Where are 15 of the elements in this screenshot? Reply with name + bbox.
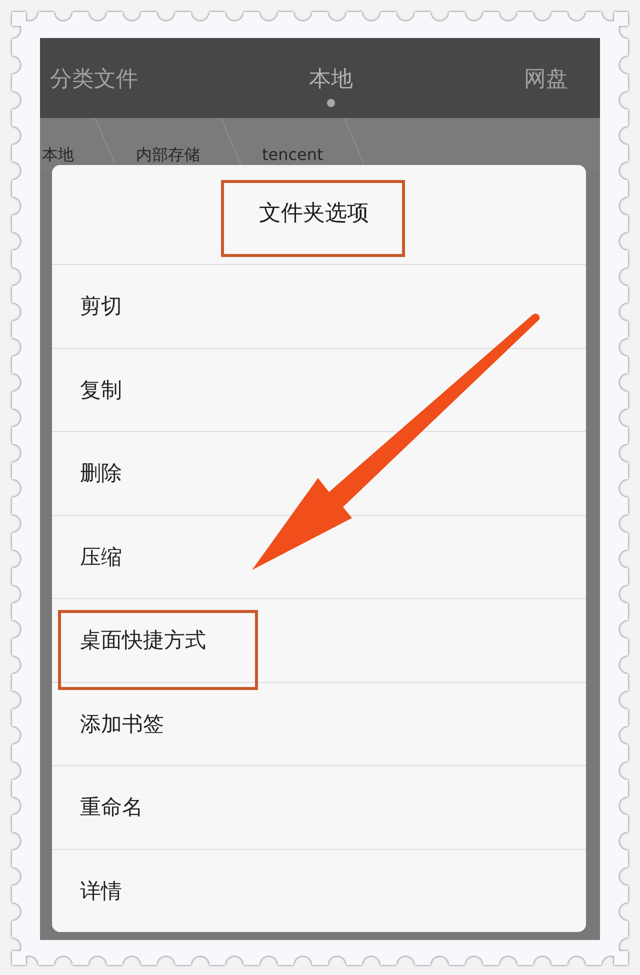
menu-item[interactable]: 桌面快捷方式 bbox=[52, 598, 586, 682]
breadcrumb-item[interactable]: 本地 bbox=[42, 146, 74, 164]
breadcrumb-separator-icon bbox=[94, 118, 116, 164]
tab[interactable]: 分类文件 bbox=[50, 68, 138, 92]
tab[interactable]: 本地 bbox=[309, 68, 353, 107]
breadcrumb-separator-icon bbox=[220, 118, 242, 164]
breadcrumb-separator-icon bbox=[343, 118, 366, 164]
menu-item[interactable]: 添加书签 bbox=[52, 682, 586, 765]
breadcrumb-item[interactable]: tencent bbox=[262, 146, 324, 164]
menu-item[interactable]: 重命名 bbox=[52, 765, 586, 848]
tab[interactable]: 网盘 bbox=[524, 68, 568, 92]
dot-icon bbox=[327, 99, 335, 107]
menu-item[interactable]: 详情 bbox=[52, 848, 586, 932]
breadcrumb-item[interactable]: 内部存储 bbox=[136, 146, 200, 164]
dialog-title: 文件夹选项 bbox=[259, 200, 369, 226]
